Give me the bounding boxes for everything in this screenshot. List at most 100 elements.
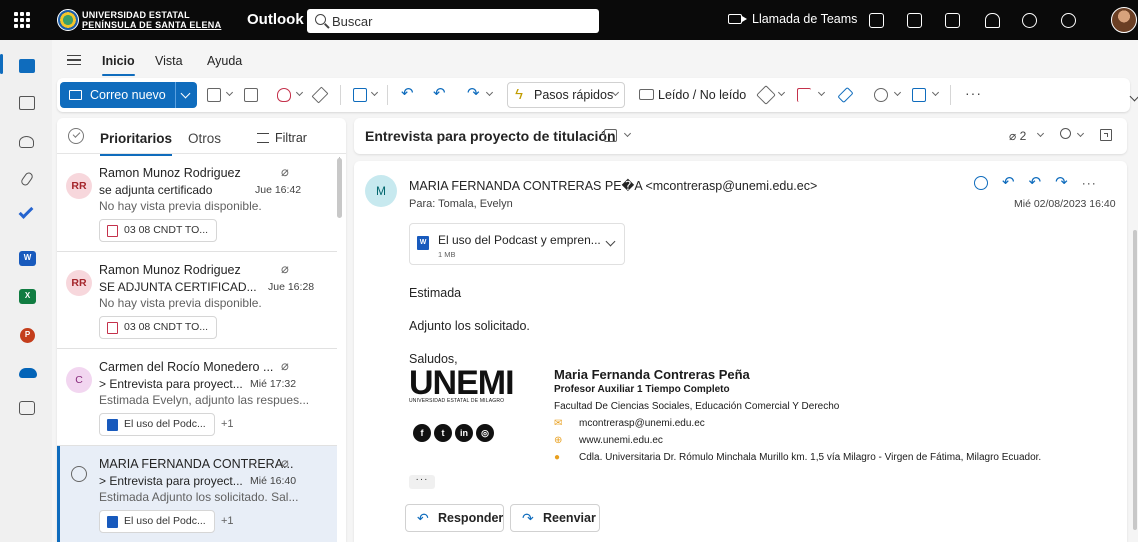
facebook-icon[interactable]: f — [413, 424, 431, 442]
chat-icon[interactable] — [869, 13, 884, 28]
list-item[interactable]: C Carmen del Rocío Monedero ... ⌀ > Entr… — [57, 349, 337, 446]
chevron-down-icon[interactable] — [180, 88, 191, 99]
list-item-selected[interactable]: MARIA FERNANDA CONTRERA... ⌀ > Entrevist… — [57, 446, 337, 542]
attachment-card[interactable]: W El uso del Podcast y empren... 1 MB — [409, 223, 625, 265]
tab-vista[interactable]: Vista — [155, 54, 183, 68]
todo-check-icon[interactable] — [18, 204, 34, 219]
more-apps-icon[interactable] — [19, 401, 35, 415]
email-icon: ✉ — [554, 418, 563, 429]
category-tag-icon[interactable] — [756, 85, 776, 105]
reply-arrow-icon[interactable]: ↶ — [401, 86, 414, 101]
pin-icon[interactable] — [837, 86, 854, 104]
sweep-broom-icon[interactable] — [311, 86, 329, 104]
more-attachments-count[interactable]: +1 — [221, 418, 234, 430]
select-radio[interactable] — [71, 466, 87, 482]
message-subject: se adjunta certificado — [99, 183, 213, 197]
attachment-chip[interactable]: 03 08 CNDT TO... — [99, 316, 218, 339]
chevron-down-icon[interactable] — [1076, 129, 1085, 138]
message-from[interactable]: MARIA FERNANDA CONTRERAS PE�A <mcontrera… — [409, 178, 817, 193]
chevron-down-icon[interactable] — [893, 88, 902, 97]
reply-arrow-icon[interactable]: ↶ — [1002, 174, 1015, 191]
ribbon-toolbar: Correo nuevo ↶ ↶ ↷ ϟ Pasos rápidos Leído… — [57, 78, 1130, 112]
tab-focused[interactable]: Prioritarios — [100, 131, 173, 156]
attachment-chip[interactable]: El uso del Podc... — [99, 510, 215, 533]
snooze-clock-icon[interactable] — [874, 88, 888, 102]
instagram-icon[interactable]: ◎ — [476, 424, 494, 442]
app-launcher-icon[interactable] — [14, 12, 30, 28]
chevron-down-icon[interactable] — [225, 88, 234, 97]
tab-ayuda[interactable]: Ayuda — [207, 54, 242, 68]
people-icon[interactable] — [19, 136, 34, 148]
chevron-down-icon[interactable] — [623, 129, 632, 138]
delete-trash-icon[interactable] — [207, 88, 221, 102]
message-list-header: Prioritarios Otros Filtrar — [57, 118, 346, 156]
flag-icon[interactable] — [797, 88, 811, 102]
search-input[interactable]: Buscar — [307, 9, 599, 33]
linkedin-icon[interactable]: in — [455, 424, 473, 442]
message-preview: Estimada Evelyn, adjunto las respues... — [99, 393, 310, 407]
user-avatar[interactable] — [1111, 7, 1137, 33]
more-actions-icon[interactable]: ··· — [1082, 176, 1097, 190]
list-item[interactable]: RR Ramon Munoz Rodriguez ⌀ se adjunta ce… — [57, 155, 337, 252]
attachment-name: El uso del Podcast y empren... — [438, 233, 601, 247]
archive-icon[interactable] — [244, 88, 258, 102]
video-camera-icon — [728, 14, 747, 24]
chevron-down-icon[interactable] — [295, 88, 304, 97]
tab-other[interactable]: Otros — [188, 131, 221, 146]
list-item[interactable]: RR Ramon Munoz Rodriguez ⌀ SE ADJUNTA CE… — [57, 252, 337, 349]
onedrive-cloud-icon[interactable] — [19, 368, 37, 378]
app-name[interactable]: Outlook — [247, 11, 304, 28]
report-shield-icon[interactable] — [277, 88, 291, 102]
forward-button[interactable]: ↷ Reenviar — [510, 504, 600, 532]
tips-lightbulb-icon[interactable] — [1061, 13, 1076, 28]
reply-all-arrow-icon[interactable]: ↶ — [1029, 174, 1042, 191]
ribbon-tabs: Inicio Vista Ayuda — [52, 40, 1138, 76]
chevron-down-icon[interactable] — [777, 88, 786, 97]
filter-button[interactable]: Filtrar — [257, 131, 307, 145]
excel-app-icon[interactable]: X — [19, 289, 36, 304]
ribbon-collapse-chevron-icon[interactable] — [1129, 91, 1138, 102]
message-list-scrollbar[interactable] — [337, 158, 342, 218]
tab-inicio[interactable]: Inicio — [102, 54, 135, 76]
menu-hamburger-icon[interactable] — [67, 55, 81, 65]
move-to-folder-icon[interactable] — [353, 88, 367, 102]
my-day-icon[interactable] — [907, 13, 922, 28]
more-attachments-count[interactable]: +1 — [221, 515, 234, 527]
feedback-icon[interactable] — [945, 13, 960, 28]
show-trimmed-content-button[interactable]: ··· — [409, 475, 435, 489]
forward-arrow-icon[interactable]: ↷ — [1055, 174, 1068, 191]
reading-pane-scrollbar[interactable] — [1133, 230, 1137, 530]
powerpoint-app-icon[interactable]: P — [20, 328, 35, 343]
chevron-down-icon[interactable] — [817, 88, 826, 97]
word-app-icon[interactable]: W — [19, 251, 36, 266]
attachment-chip[interactable]: 03 08 CNDT TO... — [99, 219, 218, 242]
rules-icon[interactable] — [912, 88, 926, 102]
chevron-down-icon[interactable] — [931, 88, 940, 97]
settings-gear-icon[interactable] — [1022, 13, 1037, 28]
more-options-button[interactable]: ··· — [965, 85, 982, 101]
search-icon — [315, 14, 326, 25]
chevron-down-icon[interactable] — [370, 88, 379, 97]
summary-icon[interactable] — [604, 129, 617, 142]
attachments-paperclip-icon[interactable] — [19, 170, 35, 188]
attachment-chip[interactable]: El uso del Podc... — [99, 413, 215, 436]
reply-all-arrow-icon[interactable]: ↶ — [433, 86, 446, 101]
chevron-down-icon[interactable] — [485, 88, 494, 97]
mail-icon[interactable] — [19, 59, 35, 73]
open-in-new-window-icon[interactable] — [1100, 129, 1112, 141]
new-mail-button[interactable]: Correo nuevo — [60, 82, 197, 108]
twitter-icon[interactable]: t — [434, 424, 452, 442]
chevron-down-icon[interactable] — [605, 236, 616, 247]
calendar-icon[interactable] — [19, 96, 35, 110]
attachment-count[interactable]: ⌀ 2 — [1009, 129, 1026, 143]
word-file-icon — [107, 419, 118, 431]
zoom-icon[interactable] — [1060, 128, 1071, 139]
teams-call-button[interactable]: Llamada de Teams — [728, 12, 857, 26]
reaction-smiley-icon[interactable] — [974, 176, 988, 191]
chevron-down-icon[interactable] — [1036, 129, 1045, 138]
forward-arrow-icon[interactable]: ↷ — [467, 86, 480, 101]
notifications-bell-icon[interactable] — [985, 13, 1000, 28]
reply-button[interactable]: ↶ Responder — [405, 504, 504, 532]
read-unread-button[interactable]: Leído / No leído — [658, 88, 746, 102]
select-all-check-icon[interactable] — [68, 128, 84, 144]
